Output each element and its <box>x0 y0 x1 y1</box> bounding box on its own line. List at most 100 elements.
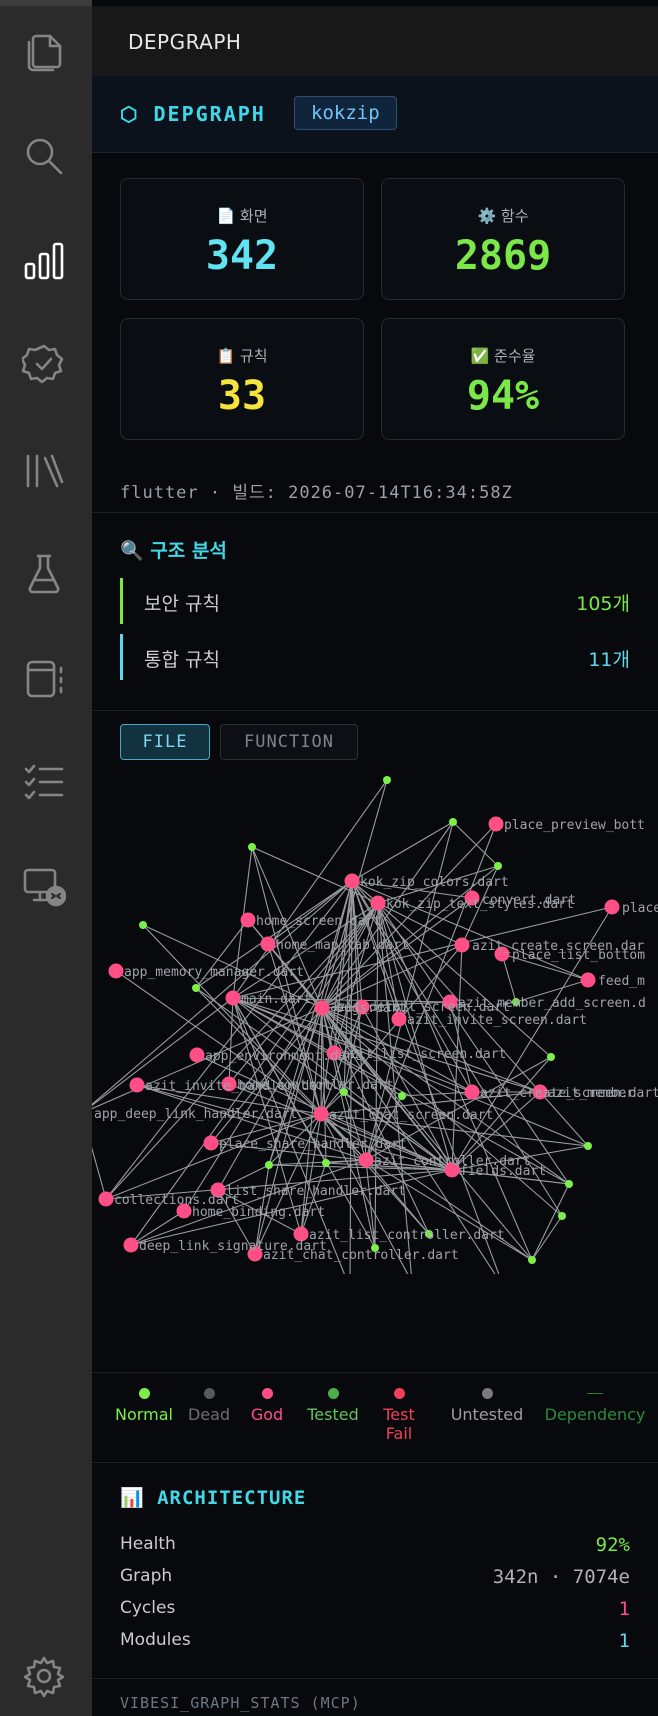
tab-function[interactable]: FUNCTION <box>220 724 358 760</box>
graph-node-label: app_memory_manager.dart <box>124 965 304 980</box>
graph-node-normal[interactable] <box>248 843 256 851</box>
graph-node-god[interactable] <box>344 873 360 889</box>
tab-file[interactable]: FILE <box>120 724 210 760</box>
graph-node-label: azit_list_screen.dart <box>342 1047 506 1062</box>
brand-bar: ⬡ DEPGRAPH kokzip <box>92 76 658 153</box>
graph-node-normal[interactable] <box>383 776 391 784</box>
project-badge[interactable]: kokzip <box>294 96 397 130</box>
verified-badge-icon[interactable] <box>20 340 68 388</box>
dependency-edge <box>531 1215 563 1261</box>
graph-node-label: list_share_handler.dart <box>226 1184 406 1199</box>
legend-god: God <box>242 1388 292 1424</box>
legend-line <box>587 1393 603 1394</box>
graph-node-normal[interactable] <box>558 1212 566 1220</box>
graph-node-god[interactable] <box>313 1106 329 1122</box>
dependency-graph[interactable]: place_preview_bottkok_zip_colors.dartkok… <box>92 774 658 1274</box>
legend-normal: Normal <box>112 1388 176 1424</box>
graph-node-label: convert.dart <box>482 893 576 908</box>
brand-name: ⬡ DEPGRAPH <box>120 102 266 126</box>
graph-node-god[interactable] <box>454 937 470 953</box>
mcp-section-title: VIBESI_GRAPH_STATS (MCP) <box>120 1694 361 1712</box>
graph-node-god[interactable] <box>189 1047 205 1063</box>
graph-node-god[interactable] <box>370 895 386 911</box>
graph-node-label: place_list_bottom <box>512 948 645 963</box>
dependency-edge <box>377 902 552 1058</box>
search-icon[interactable] <box>20 132 68 180</box>
checklist-icon[interactable] <box>20 758 68 806</box>
library-icon[interactable] <box>20 446 68 494</box>
rule-count: 11개 <box>588 649 630 671</box>
graph-node-label: azit_invite_handler.dart <box>145 1079 333 1094</box>
chart-bars-icon[interactable] <box>20 238 68 286</box>
graph-node-god[interactable] <box>488 816 504 832</box>
graph-node-normal[interactable] <box>139 921 147 929</box>
stat-value: 2869 <box>454 233 552 279</box>
graph-node-god[interactable] <box>123 1237 139 1253</box>
graph-node-normal[interactable] <box>565 1180 573 1188</box>
graph-node-god[interactable] <box>580 972 596 988</box>
graph-node-god[interactable] <box>358 1152 374 1168</box>
graph-node-normal[interactable] <box>547 1053 555 1061</box>
rule-indicator <box>120 634 123 680</box>
legend-dot <box>481 1388 493 1399</box>
explorer-icon[interactable] <box>20 28 68 76</box>
notebook-icon[interactable] <box>20 654 68 702</box>
build-info: flutter · 빌드: 2026-07-14T16:34:58Z <box>120 483 513 503</box>
graph-node-normal[interactable] <box>528 1256 536 1264</box>
legend-dot <box>203 1388 215 1399</box>
graph-node-god[interactable] <box>225 990 241 1006</box>
rule-row-integration[interactable]: 통합 규칙 11개 <box>120 634 630 680</box>
stat-value: 94% <box>466 373 540 419</box>
flask-icon[interactable] <box>20 550 68 598</box>
graph-node-normal[interactable] <box>449 818 457 826</box>
graph-node-label: main.dart <box>241 992 311 1007</box>
stat-label: 함수 <box>500 207 529 225</box>
graph-node-label: azit_member <box>548 1086 634 1101</box>
arch-label: Health <box>120 1534 176 1554</box>
legend-dead: Dead <box>184 1388 234 1424</box>
rule-row-security[interactable]: 보안 규칙 105개 <box>120 578 630 624</box>
gear-icon[interactable] <box>20 1652 68 1700</box>
rule-indicator <box>120 578 123 624</box>
graph-node-god[interactable] <box>129 1077 145 1093</box>
graph-node-normal[interactable] <box>398 1092 406 1100</box>
arch-row-cycles: Cycles 1 <box>120 1598 630 1626</box>
arch-label: Cycles <box>120 1598 176 1618</box>
graph-node-label: place_preview_bott <box>504 818 645 833</box>
graph-node-god[interactable] <box>203 1135 219 1151</box>
arch-value: 1 <box>618 1630 630 1652</box>
graph-node-god[interactable] <box>98 1191 114 1207</box>
legend-dot <box>138 1388 150 1399</box>
graph-node-label: azit_list_controller.dart <box>309 1228 505 1243</box>
dependency-edge <box>210 1007 323 1144</box>
stat-card-functions: ⚙️ 함수 2869 <box>381 178 625 300</box>
legend-untested: Untested <box>432 1388 542 1424</box>
dependency-edge <box>142 924 367 1161</box>
graph-node-god[interactable] <box>314 1000 330 1016</box>
arch-value: 342n · 7074e <box>492 1566 630 1588</box>
graph-node-normal[interactable] <box>494 862 502 870</box>
graph-node-god[interactable] <box>260 936 276 952</box>
divider <box>92 710 658 711</box>
graph-node-normal[interactable] <box>192 984 200 992</box>
stat-card-rules: 📋 규칙 33 <box>120 318 364 440</box>
arch-row-modules: Modules 1 <box>120 1630 630 1658</box>
architecture-title: 📊 ARCHITECTURE <box>120 1487 307 1509</box>
remote-explorer-icon[interactable] <box>20 862 68 910</box>
graph-node-normal[interactable] <box>322 1159 330 1167</box>
graph-node-god[interactable] <box>108 963 124 979</box>
rule-label: 통합 규칙 <box>144 649 220 671</box>
graph-node-normal[interactable] <box>584 1142 592 1150</box>
clipboard-icon: 📋 <box>216 347 236 365</box>
dependency-edge <box>92 1146 107 1200</box>
legend-label: Dependency <box>544 1405 646 1424</box>
legend-test-fail: Test Fail <box>374 1388 424 1443</box>
graph-node-god[interactable] <box>604 899 620 915</box>
stat-label: 준수율 <box>494 347 536 365</box>
graph-node-god[interactable] <box>464 1084 480 1100</box>
graph-node-label: app_deep_link_handler.dart <box>94 1107 298 1122</box>
graph-node-label: azit_chat_controller.dart <box>263 1248 459 1263</box>
graph-node-normal[interactable] <box>265 1161 273 1169</box>
graph-node-label: kok_zip_colors.dart <box>360 875 509 890</box>
graph-node-god[interactable] <box>240 912 256 928</box>
